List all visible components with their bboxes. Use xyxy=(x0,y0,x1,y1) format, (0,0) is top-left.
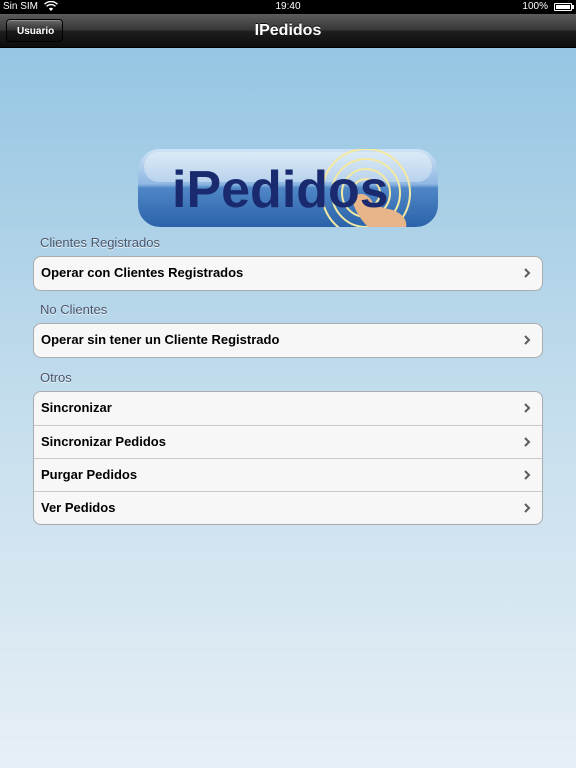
chevron-right-icon xyxy=(524,437,531,447)
chevron-right-icon xyxy=(524,268,531,278)
row-label: Ver Pedidos xyxy=(41,500,116,515)
row-ver-pedidos[interactable]: Ver Pedidos xyxy=(34,491,542,524)
app-logo: iPedidos xyxy=(138,149,438,227)
row-operar-sin-cliente-registrado[interactable]: Operar sin tener un Cliente Registrado xyxy=(34,324,542,357)
section-header-otros: Otros xyxy=(40,370,72,385)
battery-icon xyxy=(554,3,574,11)
status-bar: Sin SIM 19:40 100% xyxy=(0,0,576,14)
chevron-right-icon xyxy=(524,335,531,345)
section-header-clientes-registrados: Clientes Registrados xyxy=(40,235,160,250)
row-label: Operar con Clientes Registrados xyxy=(41,265,244,280)
page-title: IPedidos xyxy=(254,22,322,39)
row-operar-con-clientes-registrados[interactable]: Operar con Clientes Registrados xyxy=(34,257,542,290)
navigation-bar: IPedidos Usuario xyxy=(0,14,576,48)
row-label: Operar sin tener un Cliente Registrado xyxy=(41,332,280,347)
row-sincronizar[interactable]: Sincronizar xyxy=(34,392,542,425)
row-label: Sincronizar Pedidos xyxy=(41,434,166,449)
chevron-right-icon xyxy=(524,470,531,480)
logo-text: iPedidos xyxy=(172,161,389,219)
group-otros: Sincronizar Sincronizar Pedidos Purgar P… xyxy=(33,391,543,525)
row-label: Sincronizar xyxy=(41,400,112,415)
back-button[interactable]: Usuario xyxy=(6,19,64,42)
clock: 19:40 xyxy=(275,1,301,12)
section-header-no-clientes: No Clientes xyxy=(40,302,108,317)
chevron-right-icon xyxy=(524,403,531,413)
chevron-right-icon xyxy=(524,503,531,513)
group-no-clientes: Operar sin tener un Cliente Registrado xyxy=(33,323,543,358)
battery-percent: 100% xyxy=(522,1,548,12)
group-clientes-registrados: Operar con Clientes Registrados xyxy=(33,256,543,291)
row-purgar-pedidos[interactable]: Purgar Pedidos xyxy=(34,458,542,491)
row-label: Purgar Pedidos xyxy=(41,467,138,482)
row-sincronizar-pedidos[interactable]: Sincronizar Pedidos xyxy=(34,425,542,458)
